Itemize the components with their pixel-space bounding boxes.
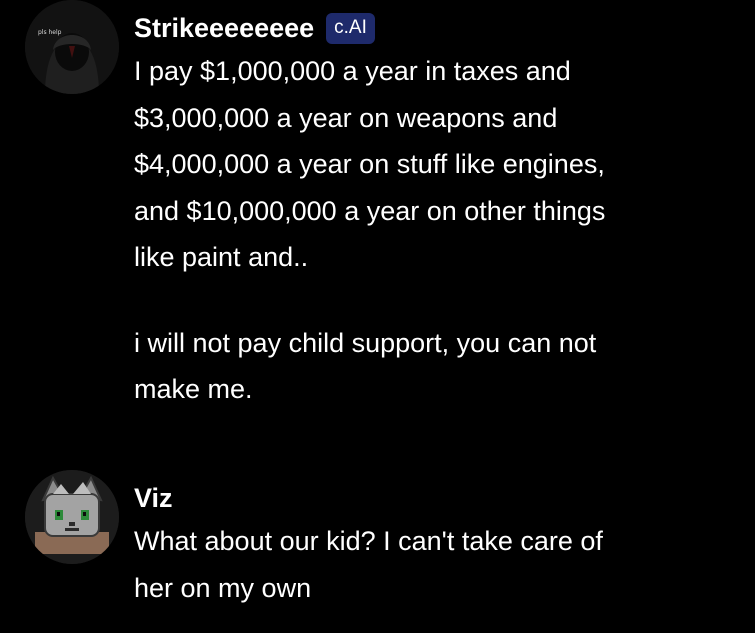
cai-badge: c.AI [326, 12, 375, 44]
message-text: What about our kid? I can't take care of… [134, 526, 603, 603]
avatar-caption: pls help [38, 29, 62, 36]
message-content: Viz What about our kid? I can't take car… [134, 478, 744, 611]
wolf-avatar-icon [25, 470, 119, 564]
hooded-figure-icon [25, 0, 119, 94]
author-row: Strikeeeeeeee c.AI [134, 8, 744, 48]
author-row: Viz [134, 478, 744, 518]
author-name[interactable]: Viz [134, 478, 173, 518]
user-avatar[interactable] [25, 470, 119, 564]
bot-avatar[interactable]: pls help [25, 0, 119, 94]
message-text: i will not pay child support, you can no… [134, 327, 597, 405]
author-name[interactable]: Strikeeeeeeee [134, 8, 314, 48]
message-content: Strikeeeeeeee c.AI I pay $1,000,000 a ye… [134, 8, 744, 413]
message-text: I pay $1,000,000 a year in taxes and $3,… [134, 56, 606, 272]
